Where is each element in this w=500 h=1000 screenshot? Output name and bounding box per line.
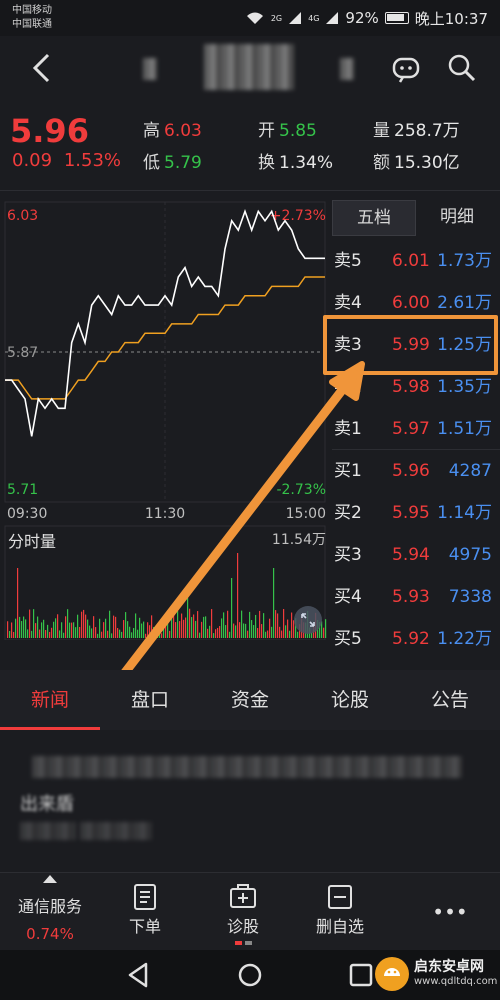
- site-watermark: 启东安卓网 www.qdltdq.com: [372, 954, 498, 994]
- info-tabs: 新闻 盘口 资金 论股 公告: [0, 670, 500, 730]
- news-title-line2: 出来盾: [20, 794, 74, 815]
- order-icon: [134, 884, 156, 910]
- more-button[interactable]: •••: [410, 873, 490, 951]
- news-title-blurred: [32, 756, 462, 778]
- caret-up-icon: [43, 875, 57, 883]
- order-button[interactable]: 下单: [105, 873, 185, 951]
- back-triangle-icon[interactable]: [122, 958, 156, 992]
- diagnose-indicator: [233, 941, 253, 945]
- diagnose-button[interactable]: 诊股: [203, 873, 283, 951]
- sector-percent: 0.74%: [26, 925, 74, 943]
- news-source-blurred: [20, 822, 76, 840]
- more-icon: •••: [432, 900, 468, 924]
- news-time-blurred: [80, 822, 152, 840]
- tab-market[interactable]: 盘口: [100, 670, 200, 730]
- tab-forum[interactable]: 论股: [300, 670, 400, 730]
- remove-icon: [328, 885, 352, 909]
- tab-funds[interactable]: 资金: [200, 670, 300, 730]
- remove-watchlist-label: 删自选: [315, 917, 364, 936]
- news-item[interactable]: 出来盾: [0, 730, 500, 870]
- tab-announcements[interactable]: 公告: [400, 670, 500, 730]
- diagnose-icon: [230, 884, 256, 908]
- sector-name: 通信服务: [17, 897, 82, 916]
- order-label: 下单: [128, 917, 161, 936]
- remove-watchlist-button[interactable]: 删自选: [300, 873, 380, 951]
- home-circle-icon[interactable]: [233, 958, 267, 992]
- sector-button[interactable]: 通信服务 0.74%: [0, 873, 100, 951]
- watermark-logo-icon: [375, 957, 409, 991]
- tab-news[interactable]: 新闻: [0, 670, 100, 730]
- watermark-url: www.qdltdq.com: [414, 976, 498, 987]
- diagnose-label: 诊股: [226, 917, 259, 936]
- bottom-action-bar: 通信服务 0.74% 下单 诊股 删自选 •••: [0, 872, 500, 950]
- watermark-name: 启东安卓网: [414, 959, 484, 975]
